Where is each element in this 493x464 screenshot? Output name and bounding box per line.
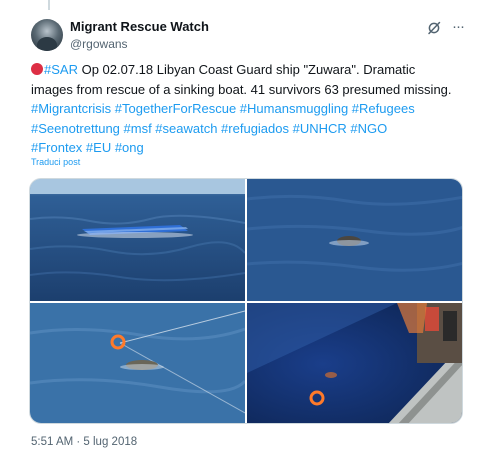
hashtag-links[interactable]: #Frontex #EU #ong	[31, 138, 471, 158]
author-display-name[interactable]: Migrant Rescue Watch	[70, 19, 209, 34]
ship-side-rescue-photo[interactable]	[247, 303, 462, 423]
lifebuoy-rope-photo[interactable]	[30, 303, 245, 423]
person-in-water-photo[interactable]	[247, 179, 462, 301]
tweet-line-2: images from rescue of a sinking boat. 41…	[31, 81, 452, 97]
translate-post-link[interactable]: Traduci post	[31, 157, 80, 167]
more-icon[interactable]: ···	[449, 19, 467, 37]
timestamp-link[interactable]: 5:51 AM · 5 lug 2018	[31, 436, 137, 448]
media-grid	[29, 178, 463, 424]
hashtag-links[interactable]: #Migrantcrisis #TogetherForRescue #Human…	[31, 99, 471, 119]
thread-connector-line	[48, 0, 50, 10]
tweet-text: #SAR Op 02.07.18 Libyan Coast Guard ship…	[31, 60, 471, 158]
tweet-sentence: Op 02.07.18 Libyan Coast Guard ship "Zuw…	[77, 62, 416, 77]
capsized-boat-photo[interactable]	[30, 179, 245, 301]
hashtag-links[interactable]: #Seenotrettung #msf #seawatch #refugiado…	[31, 119, 471, 139]
avatar[interactable]	[31, 19, 63, 51]
grok-icon[interactable]	[427, 21, 441, 35]
author-handle[interactable]: @rgowans	[70, 37, 128, 51]
red-circle-emoji	[31, 63, 43, 75]
tweet-line-1: #SAR Op 02.07.18 Libyan Coast Guard ship…	[31, 60, 471, 80]
hashtag-link[interactable]: #SAR	[44, 62, 78, 77]
